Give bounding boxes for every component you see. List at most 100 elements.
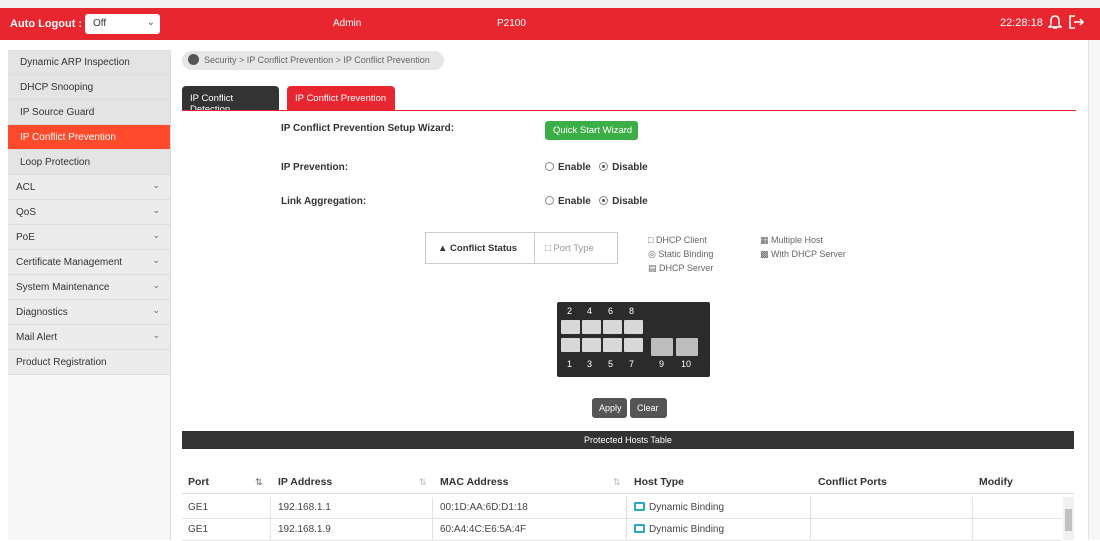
col-mac-address[interactable]: MAC Address	[440, 476, 508, 488]
port-number: 10	[681, 359, 692, 369]
legend-static-binding: ◎ Static Binding	[648, 249, 714, 259]
col-host-type: Host Type	[634, 476, 684, 488]
sidebar-item-label: Product Registration	[16, 357, 107, 368]
sidebar-item-certificate-management[interactable]: Certificate Management ⌄	[8, 250, 170, 275]
link-aggregation-label: Link Aggregation:	[281, 196, 367, 207]
legend-with-dhcp-server: ▩ With DHCP Server	[760, 249, 846, 259]
column-divider	[972, 519, 973, 541]
sidebar-item-diagnostics[interactable]: Diagnostics ⌄	[8, 300, 170, 325]
link-aggregation-enable-radio[interactable]: Enable	[545, 196, 591, 207]
sidebar-item-dynamic-arp-inspection[interactable]: Dynamic ARP Inspection	[8, 50, 170, 75]
cell-mac: 60:A4:4C:E6:5A:4F	[440, 524, 527, 535]
sidebar-item-loop-protection[interactable]: Loop Protection	[8, 150, 170, 175]
sidebar-item-ip-conflict-prevention[interactable]: IP Conflict Prevention	[8, 125, 170, 150]
sort-icon[interactable]: ⇅	[613, 477, 621, 488]
logout-icon[interactable]	[1068, 14, 1086, 30]
port-7[interactable]	[624, 338, 643, 352]
column-divider	[270, 519, 271, 541]
port-6[interactable]	[603, 320, 622, 334]
col-modify: Modify	[979, 476, 1013, 488]
sort-icon[interactable]: ⇅	[419, 477, 427, 488]
ip-prevention-disable-radio[interactable]: Disable	[599, 162, 648, 173]
cell-mac: 00:1D:AA:6D:D1:18	[440, 502, 528, 513]
sidebar-item-label: IP Conflict Prevention	[20, 132, 116, 143]
sidebar-item-system-maintenance[interactable]: System Maintenance ⌄	[8, 275, 170, 300]
table-scrollbar[interactable]	[1063, 497, 1074, 540]
column-divider	[972, 497, 973, 519]
link-aggregation-disable-radio[interactable]: Disable	[599, 196, 648, 207]
sidebar-item-label: Certificate Management	[16, 257, 123, 268]
scrollbar-thumb[interactable]	[1065, 509, 1072, 531]
ip-prevention-enable-radio[interactable]: Enable	[545, 162, 591, 173]
sidebar-item-ip-source-guard[interactable]: IP Source Guard	[8, 100, 170, 125]
conflict-status-tab[interactable]: ▲ Conflict Status	[438, 243, 517, 254]
port-number: 7	[629, 359, 635, 369]
chevron-down-icon: ⌄	[152, 230, 160, 240]
port-4[interactable]	[582, 320, 601, 334]
port-2[interactable]	[561, 320, 580, 334]
port-10[interactable]	[676, 338, 698, 356]
clear-button[interactable]: Clear	[630, 398, 667, 418]
port-type-tab[interactable]: □ Port Type	[534, 233, 618, 263]
column-divider	[810, 497, 811, 519]
chevron-down-icon: ⌄	[152, 255, 160, 265]
column-divider	[270, 497, 271, 519]
breadcrumb-text: Security > IP Conflict Prevention > IP C…	[204, 55, 430, 65]
port-8[interactable]	[624, 320, 643, 334]
radio-icon	[545, 196, 554, 205]
table-header: Port ⇅ IP Address ⇅ MAC Address ⇅ Host T…	[182, 470, 1074, 494]
port-5[interactable]	[603, 338, 622, 352]
page-scrollbar[interactable]	[1088, 40, 1100, 540]
cell-port: GE1	[188, 502, 209, 513]
sidebar-item-dhcp-snooping[interactable]: DHCP Snooping	[8, 75, 170, 100]
port-1[interactable]	[561, 338, 580, 352]
bell-icon[interactable]	[1048, 14, 1062, 30]
quick-start-wizard-button[interactable]: Quick Start Wizard	[545, 121, 638, 140]
sidebar-item-mail-alert[interactable]: Mail Alert ⌄	[8, 325, 170, 350]
col-port[interactable]: Port	[188, 476, 209, 488]
sidebar-item-label: PoE	[16, 232, 35, 243]
column-divider	[432, 519, 433, 541]
port-number: 3	[587, 359, 593, 369]
radio-selected-icon	[599, 196, 609, 205]
sidebar-item-label: QoS	[16, 207, 37, 218]
legend-label: DHCP Client	[655, 235, 707, 245]
top-bar: Auto Logout : Off ⌄ Admin P2100 22:28:18	[0, 8, 1100, 40]
port-3[interactable]	[582, 338, 601, 352]
radio-label: Enable	[558, 196, 591, 207]
sidebar-item-qos[interactable]: QoS ⌄	[8, 200, 170, 225]
wizard-label: IP Conflict Prevention Setup Wizard:	[281, 123, 455, 134]
port-number: 2	[567, 306, 573, 316]
cell-host-type: Dynamic Binding	[634, 502, 724, 513]
sidebar: Dynamic ARP Inspection DHCP Snooping IP …	[8, 50, 171, 540]
conflict-status-label: Conflict Status	[450, 243, 518, 254]
link-aggregation-radio-group: Enable Disable	[545, 196, 648, 207]
tab-ip-conflict-prevention[interactable]: IP Conflict Prevention	[287, 86, 395, 110]
sidebar-item-label: System Maintenance	[16, 282, 110, 293]
port-9[interactable]	[651, 338, 673, 356]
sidebar-item-poe[interactable]: PoE ⌄	[8, 225, 170, 250]
column-divider	[626, 497, 627, 519]
column-divider	[626, 519, 627, 541]
radio-icon	[545, 162, 554, 171]
sidebar-item-label: DHCP Snooping	[20, 82, 94, 93]
switch-panel: 2 4 6 8 1 3 5 7 9 10	[557, 302, 710, 377]
radio-label: Enable	[558, 162, 591, 173]
tab-ip-conflict-detection[interactable]: IP Conflict Detection	[182, 86, 279, 115]
dynamic-binding-icon	[634, 502, 645, 511]
col-ip-address[interactable]: IP Address	[278, 476, 332, 488]
cell-ip: 192.168.1.1	[278, 502, 331, 513]
legend-label: Multiple Host	[771, 235, 824, 245]
legend-dhcp-client: □ DHCP Client	[648, 235, 707, 245]
column-divider	[432, 497, 433, 519]
table-row: GE1 192.168.1.9 60:A4:4C:E6:5A:4F Dynami…	[182, 519, 1062, 541]
auto-logout-select[interactable]: Off ⌄	[85, 14, 160, 34]
sort-icon[interactable]: ⇅	[255, 477, 263, 488]
sidebar-item-label: Loop Protection	[20, 157, 91, 168]
apply-button[interactable]: Apply	[592, 398, 627, 418]
legend-multiple-host: ▦ Multiple Host	[760, 235, 824, 245]
sidebar-item-acl[interactable]: ACL ⌄	[8, 175, 170, 200]
chevron-down-icon: ⌄	[152, 180, 160, 190]
sidebar-item-product-registration[interactable]: Product Registration	[8, 350, 170, 375]
radio-label: Disable	[612, 162, 648, 173]
